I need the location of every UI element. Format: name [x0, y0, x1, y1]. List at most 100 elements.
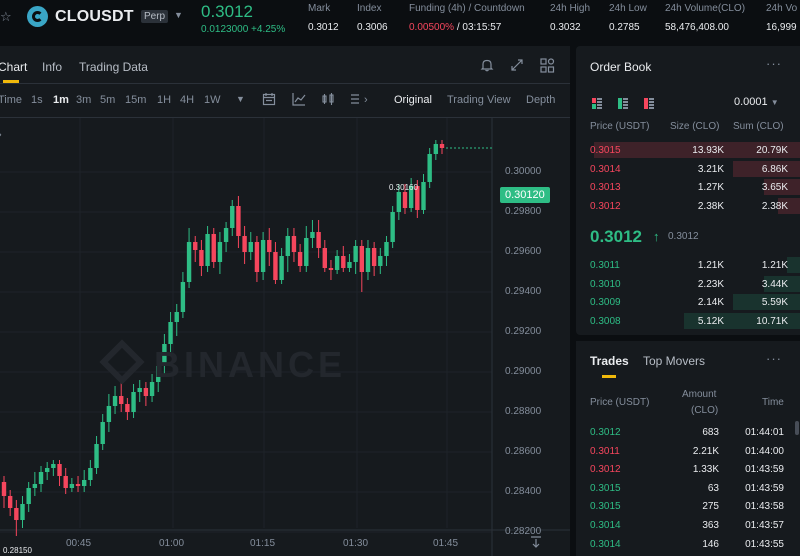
view-depth[interactable]: Depth: [526, 94, 555, 106]
bell-icon[interactable]: [480, 58, 494, 75]
book-mode-both-icon[interactable]: [592, 98, 602, 109]
stat-value: 0.2785: [609, 22, 640, 33]
candle: [279, 248, 284, 284]
interval-4h[interactable]: 4H: [180, 94, 194, 106]
candle: [217, 232, 223, 274]
interval-3m[interactable]: 3m: [76, 94, 91, 106]
book-mode-bids-icon[interactable]: [618, 98, 628, 109]
tab-chart[interactable]: Chart: [0, 60, 27, 74]
candles-canvas: [0, 118, 570, 556]
ask-row[interactable]: 0.3013 1.27K 3.65K: [576, 179, 800, 196]
depth-bar: [786, 257, 800, 273]
trade-price: 0.3015: [590, 482, 621, 494]
candle: [341, 246, 346, 272]
interval-1h[interactable]: 1H: [157, 94, 171, 106]
bid-row[interactable]: 0.3009 2.14K 5.59K: [576, 294, 800, 311]
mid-mark-price[interactable]: 0.3012: [668, 231, 699, 242]
x-tick-label: 00:45: [66, 538, 92, 549]
candle-body: [291, 236, 297, 252]
candle-body: [119, 396, 124, 404]
candle: [14, 500, 19, 536]
interval-5m[interactable]: 5m: [100, 94, 115, 106]
book-mode-asks-icon[interactable]: [644, 98, 654, 109]
more-options-icon[interactable]: ···: [766, 351, 782, 366]
candle-body: [168, 322, 173, 344]
interval-1w[interactable]: 1W: [204, 94, 221, 106]
favorite-star-icon[interactable]: ☆: [0, 9, 14, 25]
candle-body: [365, 248, 371, 272]
candle: [230, 200, 235, 236]
candle-type-icon[interactable]: [321, 92, 335, 109]
candle: [421, 174, 426, 214]
layout-grid-icon[interactable]: [540, 58, 555, 76]
candlestick-plot[interactable]: BINANCE: [0, 118, 570, 556]
stat-value: 16,999: [766, 22, 797, 33]
interval-time[interactable]: Time: [0, 94, 22, 106]
candle: [100, 414, 105, 450]
candle-body: [112, 396, 118, 406]
chevron-down-icon[interactable]: ▼: [174, 10, 183, 20]
tab-top-movers[interactable]: Top Movers: [643, 354, 705, 368]
candle-body: [131, 392, 136, 412]
stat-high: 24h High 0.3032: [550, 3, 590, 33]
candle: [359, 240, 365, 292]
candle: [310, 220, 315, 248]
candle: [143, 382, 149, 406]
interval-15m[interactable]: 15m: [125, 94, 146, 106]
bid-row[interactable]: 0.3008 5.12K 10.71K: [576, 312, 800, 330]
candle: [199, 240, 204, 276]
bid-row[interactable]: 0.3010 2.23K 3.44K: [576, 275, 800, 293]
candle-body: [137, 388, 142, 392]
y-tick-label: 0.29800: [505, 206, 542, 217]
ask-row[interactable]: 0.3012 2.38K 2.38K: [576, 197, 800, 215]
candle-body: [186, 242, 192, 282]
low-price-label: 0.28150: [3, 546, 32, 555]
candle-body: [223, 228, 229, 242]
collapse-arrow-icon[interactable]: ›: [0, 129, 2, 141]
chevron-right-icon[interactable]: ›: [364, 94, 368, 106]
view-original[interactable]: Original: [394, 94, 432, 106]
stat-funding[interactable]: Funding (4h) / Countdown 0.00500% / 03:1…: [409, 3, 525, 33]
trade-amount: 146: [702, 538, 719, 550]
header-size: Size (CLO): [670, 121, 720, 132]
candle: [119, 382, 124, 412]
y-tick-label: 0.29200: [505, 326, 542, 337]
bid-row[interactable]: 0.3011 1.21K 1.21K: [576, 257, 800, 274]
candle: [137, 380, 142, 402]
stat-value: 0.3006: [357, 22, 388, 33]
ask-row[interactable]: 0.3014 3.21K 6.86K: [576, 160, 800, 178]
candle-body: [267, 240, 272, 252]
candle: [94, 436, 99, 474]
current-price-tag: 0.30120: [500, 187, 550, 203]
trade-time: 01:44:01: [745, 427, 784, 438]
candle-body: [69, 484, 75, 488]
interval-1s[interactable]: 1s: [31, 94, 43, 106]
ask-sum: 6.86K: [761, 163, 788, 175]
candle: [211, 228, 216, 268]
ask-row[interactable]: 0.3015 13.93K 20.79K: [576, 142, 800, 159]
candle: [57, 460, 62, 486]
interval-1m[interactable]: 1m: [53, 94, 69, 106]
candle-body: [304, 238, 309, 266]
bid-sum: 3.44K: [761, 278, 788, 290]
calendar-settings-icon[interactable]: [262, 92, 276, 109]
expand-icon[interactable]: [510, 58, 524, 75]
drawing-tools-icon[interactable]: [350, 92, 362, 109]
more-options-icon[interactable]: ···: [766, 56, 782, 71]
tick-size-select[interactable]: 0.0001 ▼: [734, 96, 779, 108]
axis-settings-icon[interactable]: [530, 536, 542, 551]
bid-sum: 10.71K: [756, 315, 788, 327]
view-trading-view[interactable]: Trading View: [447, 94, 511, 106]
trades-scrollbar[interactable]: [795, 421, 799, 435]
interval-more-chevron-icon[interactable]: ▼: [236, 94, 245, 104]
active-tab-indicator: [3, 80, 19, 83]
indicator-line-icon[interactable]: [292, 92, 306, 109]
trade-price: 0.3014: [590, 538, 621, 550]
symbol-name[interactable]: CLOUSDT: [55, 8, 134, 26]
candle: [51, 460, 56, 476]
tab-trades[interactable]: Trades: [590, 354, 629, 368]
tab-info[interactable]: Info: [42, 60, 62, 74]
trade-row: 0.3014 363 01:43:57: [576, 517, 800, 536]
candle-body: [100, 422, 105, 444]
tab-trading-data[interactable]: Trading Data: [79, 60, 148, 74]
